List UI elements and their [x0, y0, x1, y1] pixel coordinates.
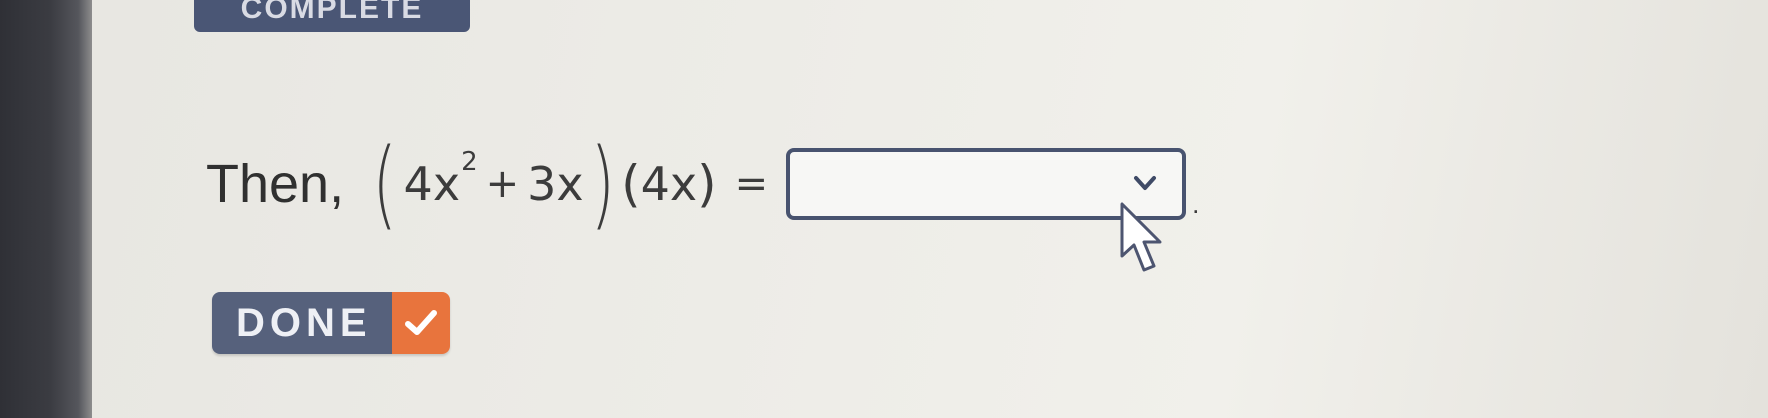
math-expression: ( 4 x 2 + 3x ) ( 4x ) = — [366, 136, 786, 232]
open-paren: ( — [372, 128, 397, 240]
done-button[interactable]: DONE — [212, 292, 450, 354]
chevron-down-icon — [1134, 176, 1157, 190]
complete-badge: COMPLETE — [194, 0, 470, 32]
term2: 3x — [527, 157, 584, 211]
done-button-label: DONE — [212, 292, 392, 354]
checkmark-icon — [391, 292, 450, 354]
term1-exponent: 2 — [461, 147, 478, 177]
factor-term: 4x — [640, 157, 698, 211]
factor-open-paren: ( — [621, 155, 641, 213]
question-lead-text: Then, — [206, 154, 345, 214]
factor-close-paren: ) — [697, 155, 717, 213]
question-row: Then, ( 4 x 2 + 3x ) ( 4x ) = . — [206, 134, 1199, 234]
trailing-period: . — [1192, 189, 1200, 219]
term1-variable: x — [432, 157, 461, 211]
complete-badge-label: COMPLETE — [240, 0, 424, 25]
close-paren: ) — [590, 128, 615, 240]
equals-sign: = — [734, 161, 769, 207]
screen-bezel — [0, 0, 92, 418]
term1-coefficient: 4 — [403, 157, 433, 211]
mouse-pointer-icon — [1120, 202, 1162, 272]
plus-operator: + — [485, 161, 520, 207]
